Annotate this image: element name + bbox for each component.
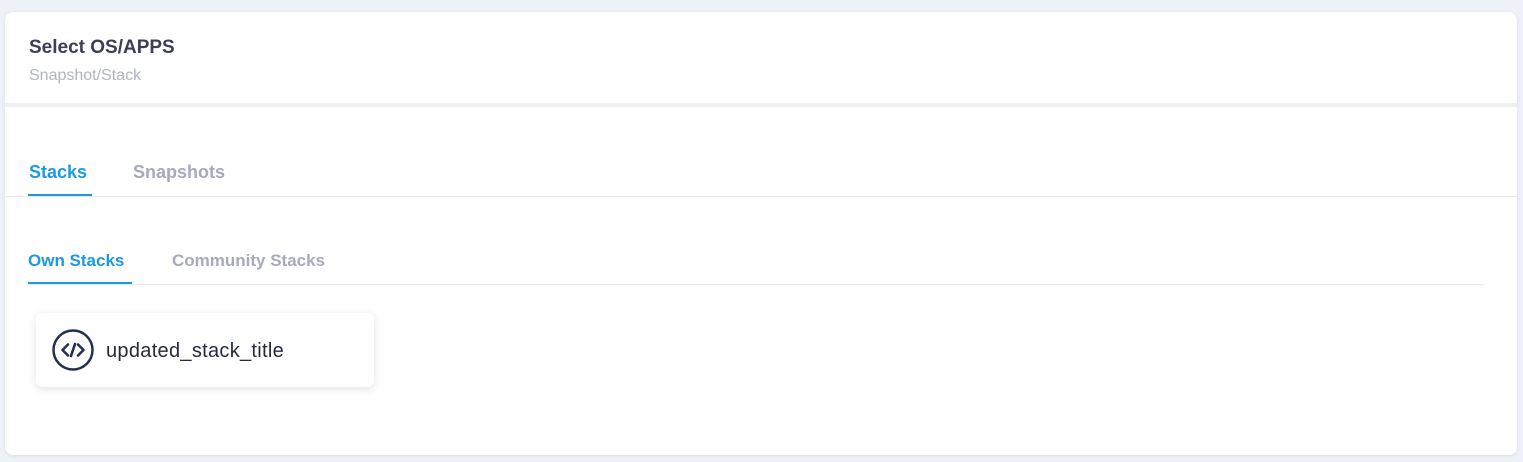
- card-header: Select OS/APPS Snapshot/Stack: [5, 12, 1517, 107]
- tab-snapshots[interactable]: Snapshots: [133, 161, 225, 183]
- tab-stacks[interactable]: Stacks: [29, 161, 87, 183]
- sub-tabs: Own Stacks Community Stacks: [28, 196, 1484, 285]
- code-icon: [52, 329, 94, 371]
- main-tabs: Stacks Snapshots: [5, 107, 1517, 197]
- page-title: Select OS/APPS: [29, 37, 175, 58]
- page-subtitle: Snapshot/Stack: [29, 67, 142, 84]
- tab-community-stacks[interactable]: Community Stacks: [172, 250, 325, 272]
- tab-own-stacks-underline: [28, 282, 132, 284]
- select-os-apps-card: Select OS/APPS Snapshot/Stack Stacks Sna…: [5, 12, 1517, 455]
- stack-card[interactable]: updated_stack_title: [36, 313, 374, 387]
- tab-own-stacks[interactable]: Own Stacks: [28, 250, 124, 272]
- stack-title: updated_stack_title: [106, 340, 285, 362]
